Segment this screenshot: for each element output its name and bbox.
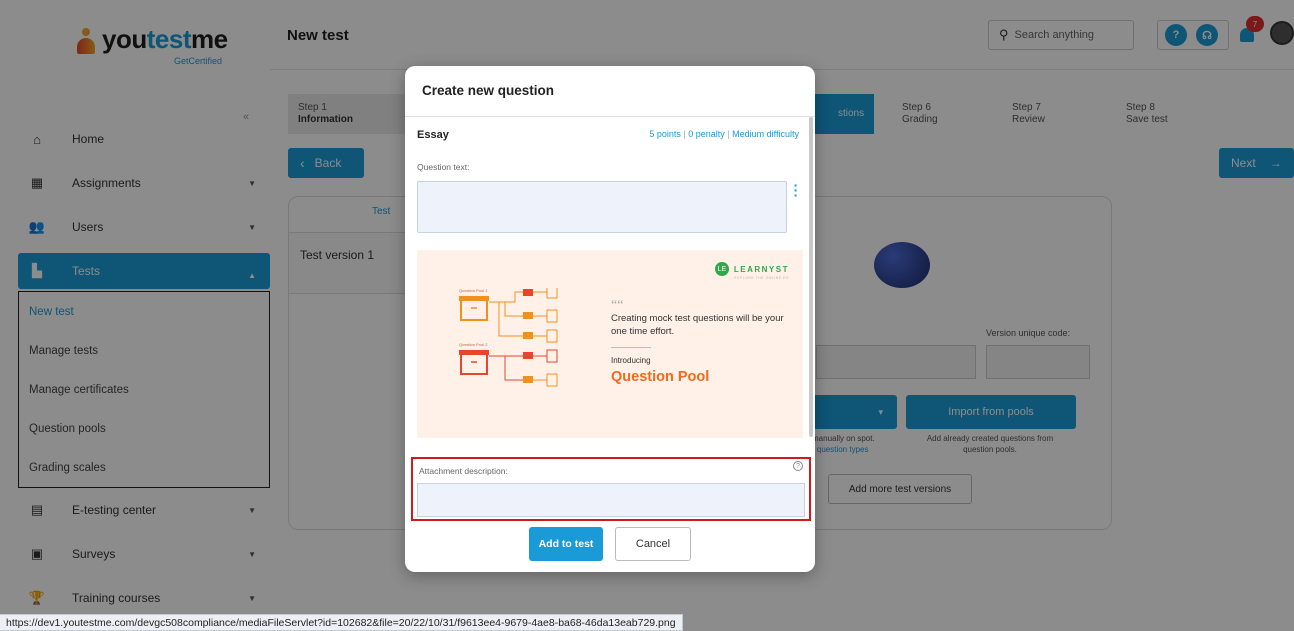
cancel-button[interactable]: Cancel xyxy=(615,527,691,561)
attachment-description-label: Attachment description: xyxy=(419,466,508,476)
promo-quote: Creating mock test questions will be you… xyxy=(611,313,784,337)
question-pool-illustration: Question Pool 1 Question Pool 2 xyxy=(459,288,558,387)
modal-title: Create new question xyxy=(422,83,555,98)
info-icon[interactable]: ? xyxy=(793,461,803,471)
question-type-label: Essay xyxy=(417,129,449,141)
modal-scrollbar[interactable] xyxy=(809,117,813,437)
question-text-label: Question text: xyxy=(417,162,470,172)
learnyst-logo: LE LEARNYST EXPLORE THE ONLINE ED xyxy=(714,262,789,280)
status-bar-url: https://dev1.youtestme.com/devgc508compl… xyxy=(0,614,683,631)
attachment-image: LE LEARNYST EXPLORE THE ONLINE ED Questi… xyxy=(417,250,803,438)
promo-headline: Question Pool xyxy=(611,369,710,385)
promo-intro: Introducing xyxy=(611,356,651,365)
divider xyxy=(611,347,651,348)
attachment-description-field[interactable] xyxy=(417,483,805,517)
difficulty-link[interactable]: Medium difficulty xyxy=(732,129,799,139)
learnyst-logo-icon: LE xyxy=(714,262,729,276)
create-question-modal: Create new question Essay 5 points | 0 p… xyxy=(405,66,815,572)
penalty-link[interactable]: 0 penalty xyxy=(688,129,725,139)
pool-label-2: Question Pool 2 xyxy=(459,342,488,347)
attachment-description-section: Attachment description: ? xyxy=(411,457,811,521)
question-text-field[interactable] xyxy=(417,181,787,233)
pool-label-1: Question Pool 1 xyxy=(459,288,488,293)
add-to-test-button[interactable]: Add to test xyxy=(529,527,603,561)
more-options-icon[interactable]: · · · xyxy=(793,178,799,202)
question-settings-links: 5 points | 0 penalty | Medium difficulty xyxy=(649,129,799,139)
points-link[interactable]: 5 points xyxy=(649,129,681,139)
